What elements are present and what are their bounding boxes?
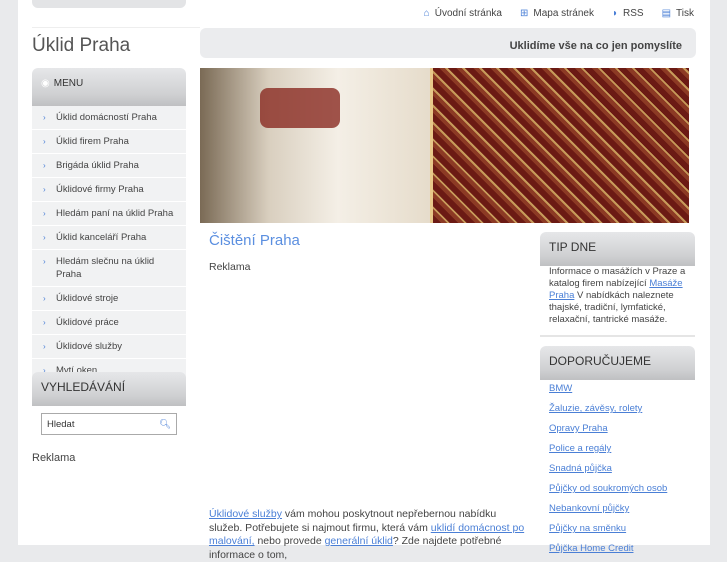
main-paragraph: Úklidové služby vám mohou poskytnout nep… <box>209 508 529 562</box>
bullet-icon: › <box>43 294 46 303</box>
sofa-image <box>200 68 430 223</box>
link-uklidove-sluzby[interactable]: Úklidové služby <box>209 508 282 520</box>
menu-circle-icon: ◉ <box>41 78 50 89</box>
print-icon: ▤ <box>661 8 672 19</box>
menu-item-label: Úklidové služby <box>56 341 122 352</box>
search-input[interactable]: Hledat 🔍︎ <box>41 413 177 435</box>
print-link[interactable]: ▤ Tisk <box>662 8 694 19</box>
recommend-list: BMW Žaluzie, závěsy, rolety Opravy Praha Po… <box>540 380 695 560</box>
recommend-item: BMW <box>549 380 686 400</box>
bullet-icon: › <box>43 318 46 327</box>
page-heading: Čištění Praha <box>209 232 300 249</box>
bullet-icon: › <box>43 233 46 242</box>
recommend-item: Snadná půjčka <box>549 460 686 480</box>
home-icon: ⌂ <box>423 8 430 19</box>
recommend-item: Police a regály <box>549 440 686 460</box>
search-icon[interactable]: 🔍︎ <box>159 419 171 430</box>
bullet-icon: › <box>43 113 46 122</box>
sidebar-menu: ◉ MENU › Úklid domácností Praha › Úklid fire… <box>32 68 186 407</box>
search-box: VYHLEDÁVÁNÍ Hledat 🔍︎ <box>32 372 186 435</box>
menu-item[interactable]: › Brigáda úklid Praha <box>32 154 186 178</box>
menu-list: › Úklid domácností Praha › Úklid firem Prah… <box>32 106 186 407</box>
recommend-item: Žaluzie, závěsy, rolety <box>549 400 686 420</box>
menu-item-label: Úklidové stroje <box>56 293 119 304</box>
bullet-icon: › <box>43 137 46 146</box>
main-reklama: Reklama <box>209 261 251 273</box>
recommend-item: Opravy Praha <box>549 420 686 440</box>
divider <box>540 335 695 337</box>
tip-header: TIP DNE <box>540 232 695 266</box>
recommend-item: Půjčky od soukromých osob <box>549 480 686 500</box>
home-link-label: Úvodní stránka <box>434 8 502 19</box>
print-link-label: Tisk <box>676 8 694 19</box>
menu-item-label: Hledám slečnu na úklid Praha <box>56 256 155 280</box>
menu-item[interactable]: › Úklidové služby <box>32 335 186 359</box>
menu-item[interactable]: › Úklidové stroje <box>32 287 186 311</box>
header-image <box>200 68 689 223</box>
recommend-link[interactable]: BMW <box>549 383 572 394</box>
recommend-link[interactable]: Žaluzie, závěsy, rolety <box>549 403 642 414</box>
recommend-header: DOPORUČUJEME <box>540 346 695 380</box>
bullet-icon: › <box>43 209 46 218</box>
menu-item-label: Úklidové firmy Praha <box>56 184 144 195</box>
sitemap-link[interactable]: ⊞ Mapa stránek <box>520 8 594 19</box>
right-sidebar: TIP DNE Informace o masážích v Praze a k… <box>540 232 695 560</box>
recommend-link[interactable]: Snadná půjčka <box>549 463 612 474</box>
menu-item[interactable]: › Hledám slečnu na úklid Praha <box>32 250 186 287</box>
recommend-item: Půjčka Home Credit <box>549 540 686 560</box>
recommend-link[interactable]: Půjčky od soukromých osob <box>549 483 667 494</box>
link-generalni-uklid[interactable]: generální úklid <box>325 535 393 547</box>
menu-item[interactable]: › Úklid kanceláří Praha <box>32 226 186 250</box>
menu-item[interactable]: › Úklidové firmy Praha <box>32 178 186 202</box>
sitemap-icon: ⊞ <box>519 8 529 19</box>
search-header: VYHLEDÁVÁNÍ <box>32 372 186 406</box>
left-reklama: Reklama <box>32 452 76 464</box>
recommend-item: Nebankovní půjčky <box>549 500 686 520</box>
divider <box>32 27 200 28</box>
bullet-icon: › <box>43 342 46 351</box>
sitemap-link-label: Mapa stránek <box>533 8 594 19</box>
bullet-icon: › <box>43 257 46 266</box>
text: nebo provede <box>254 535 325 547</box>
menu-item-label: Hledám paní na úklid Praha <box>56 208 174 219</box>
menu-item[interactable]: › Hledám paní na úklid Praha <box>32 202 186 226</box>
carpet-image <box>430 68 689 223</box>
recommend-link[interactable]: Nebankovní půjčky <box>549 503 629 514</box>
page: ⌂ Úvodní stránka ⊞ Mapa stránek ◗ RSS ▤ Tisk… <box>18 0 710 561</box>
recommend-link[interactable]: Půjčky na směnku <box>549 523 626 534</box>
rss-link-label: RSS <box>623 8 644 19</box>
menu-header: ◉ MENU <box>32 68 186 106</box>
bullet-icon: › <box>43 185 46 194</box>
menu-item-label: Úklid domácností Praha <box>56 112 157 123</box>
recommend-link[interactable]: Police a regály <box>549 443 611 454</box>
bullet-icon: › <box>43 161 46 170</box>
home-link[interactable]: ⌂ Úvodní stránka <box>424 8 502 19</box>
site-title[interactable]: Úklid Praha <box>32 35 130 57</box>
menu-item[interactable]: › Úklidové práce <box>32 311 186 335</box>
menu-item-label: Brigáda úklid Praha <box>56 160 139 171</box>
menu-item-label: Úklidové práce <box>56 317 119 328</box>
site-slogan: Uklidíme vše na co jen pomyslíte <box>200 28 696 58</box>
menu-item-label: Úklid firem Praha <box>56 136 129 147</box>
recommend-item: Půjčky na směnku <box>549 520 686 540</box>
menu-item-label: Úklid kanceláří Praha <box>56 232 147 243</box>
search-placeholder: Hledat <box>47 418 75 430</box>
rss-link[interactable]: ◗ RSS <box>612 8 644 19</box>
main-content: Čištění Praha Reklama <box>209 232 529 273</box>
menu-item[interactable]: › Úklid firem Praha <box>32 130 186 154</box>
recommend-link[interactable]: Opravy Praha <box>549 423 608 434</box>
rss-icon: ◗ <box>611 8 619 19</box>
top-links: ⌂ Úvodní stránka ⊞ Mapa stránek ◗ RSS ▤ Tisk <box>424 8 694 19</box>
top-decoration <box>32 0 186 8</box>
tip-text: Informace o masážích v Praze a katalog f… <box>540 266 695 326</box>
menu-item[interactable]: › Úklid domácností Praha <box>32 106 186 130</box>
menu-title: MENU <box>53 78 84 89</box>
